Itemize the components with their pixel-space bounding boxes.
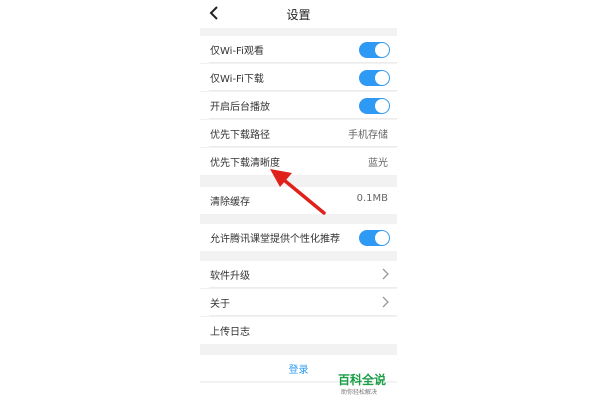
watermark-subtitle: 助你轻松解决 [341,389,378,396]
divider [209,287,397,288]
setting-label: 关于 [210,299,230,310]
setting-label: 清除缓存 [210,197,250,208]
toggle-knob [375,43,389,57]
setting-label: 优先下载路径 [210,130,270,141]
download-path-value: 手机存储 [348,130,388,141]
chevron-right-icon [382,268,389,280]
setting-label: 软件升级 [210,271,250,282]
wifi-watch-toggle[interactable] [359,42,390,58]
toggle-knob [375,71,389,85]
setting-label: 开启后台播放 [210,102,270,113]
divider [209,315,397,316]
watermark-logo: 百科全说 助你轻松解决 [334,371,398,399]
setting-row-upload-log[interactable]: 上传日志 [200,317,397,344]
background-play-toggle[interactable] [359,98,390,114]
wifi-download-toggle[interactable] [359,70,390,86]
personalized-recommend-toggle[interactable] [359,230,390,246]
toggle-knob [375,99,389,113]
top-bar: 设置 [200,0,397,28]
watermark-title: 百科全说 [338,373,387,387]
setting-label: 上传日志 [210,327,250,338]
divider [209,118,397,119]
setting-row-wifi-download[interactable]: 仅Wi-Fi下载 [200,64,397,91]
setting-row-background-play[interactable]: 开启后台播放 [200,92,397,119]
setting-row-wifi-watch[interactable]: 仅Wi-Fi观看 [200,36,397,63]
divider [209,146,397,147]
divider [209,90,397,91]
page-title: 设置 [286,8,311,22]
setting-label: 允许腾讯课堂提供个性化推荐 [210,234,340,245]
download-quality-value: 蓝光 [368,158,388,169]
setting-row-upgrade[interactable]: 软件升级 [200,261,397,288]
setting-label: 仅Wi-Fi观看 [210,46,264,57]
cache-size-value: 0.1MB [356,193,388,204]
setting-row-download-path[interactable]: 优先下载路径 手机存储 [200,120,397,147]
divider [209,62,397,63]
setting-row-about[interactable]: 关于 [200,289,397,316]
chevron-right-icon [382,296,389,308]
toggle-knob [375,231,389,245]
annotation-arrow-icon [270,169,326,215]
setting-label: 仅Wi-Fi下载 [210,74,264,85]
